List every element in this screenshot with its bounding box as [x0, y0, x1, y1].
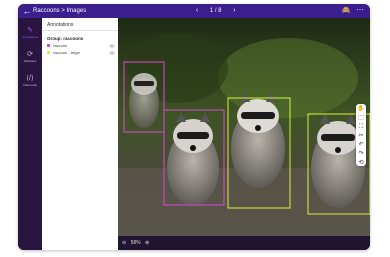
zoom-level: 58%: [130, 240, 141, 246]
reset-icon[interactable]: ⟲: [356, 159, 366, 167]
rail-item-label: Annotations: [22, 35, 38, 39]
rail-item-attributes[interactable]: ⟳ Attributes: [19, 48, 41, 68]
raccoon-1: [129, 73, 159, 128]
hide-annotations-icon[interactable]: 🙈: [340, 6, 352, 16]
left-rail: ✎ Annotations ⟳ Attributes ⟨/⟩ Data tool…: [18, 18, 42, 250]
rail-item-annotations[interactable]: ✎ Annotations: [19, 24, 41, 44]
prev-image-button[interactable]: ‹: [192, 6, 202, 16]
label-name: raccoon: [53, 43, 68, 48]
attributes-icon: ⟳: [27, 51, 33, 58]
count-badge: 0: [109, 44, 115, 48]
label-row-raccoon-large[interactable]: raccoon - large 0: [47, 50, 115, 56]
count-badge: 0: [109, 51, 115, 55]
label-row-raccoon[interactable]: raccoon 0: [47, 43, 115, 49]
label-name: raccoon - large: [53, 50, 80, 55]
image-pager: ‹ 1 / 8 ›: [192, 6, 239, 16]
more-options-icon[interactable]: ⋯: [354, 6, 366, 16]
rail-item-label: Attributes: [23, 59, 37, 63]
color-swatch: [47, 51, 50, 55]
app-window: ← Raccoons > Images ‹ 1 / 8 › 🙈 ⋯ ✎ Anno…: [18, 4, 370, 250]
zoom-out-icon[interactable]: ⊖: [122, 238, 126, 248]
undo-icon[interactable]: ↶: [356, 141, 366, 149]
bottom-bar: ⊖ 58% ⊕: [118, 236, 370, 250]
breadcrumb[interactable]: Raccoons > Images: [33, 6, 86, 16]
color-swatch: [47, 44, 50, 48]
annotations-icon: ✎: [27, 27, 33, 34]
box-tool-icon[interactable]: ⬚: [356, 114, 366, 122]
annotations-panel: Annotations Group: raccoons raccoon 0 ra…: [42, 18, 118, 250]
redo-icon[interactable]: ↷: [356, 150, 366, 158]
code-icon: ⟨/⟩: [26, 75, 34, 82]
rail-item-label: Data tools: [23, 83, 37, 87]
annotation-toolbox: ✋ ⬚ ⛶ ✂ ↶ ↷ ⟲: [356, 104, 366, 166]
group-title[interactable]: Group: raccoons: [47, 36, 83, 41]
divider: [42, 30, 118, 31]
zoom-in-icon[interactable]: ⊕: [145, 238, 149, 248]
panel-title: Annotations: [47, 22, 74, 28]
pan-tool-icon[interactable]: ✋: [356, 105, 366, 113]
next-image-button[interactable]: ›: [229, 6, 239, 16]
cut-tool-icon[interactable]: ✂: [356, 132, 366, 140]
zoom-controls: ⊖ 58% ⊕: [122, 238, 152, 248]
rail-item-data-tools[interactable]: ⟨/⟩ Data tools: [19, 72, 41, 92]
header-actions: 🙈 ⋯: [340, 6, 366, 16]
top-bar: ← Raccoons > Images ‹ 1 / 8 › 🙈 ⋯: [18, 4, 370, 18]
page-counter: 1 / 8: [209, 8, 222, 14]
select-tool-icon[interactable]: ⛶: [356, 123, 366, 131]
raccoon-photo: [118, 18, 370, 236]
back-arrow-icon[interactable]: ←: [22, 6, 32, 16]
image-canvas[interactable]: [118, 18, 370, 236]
